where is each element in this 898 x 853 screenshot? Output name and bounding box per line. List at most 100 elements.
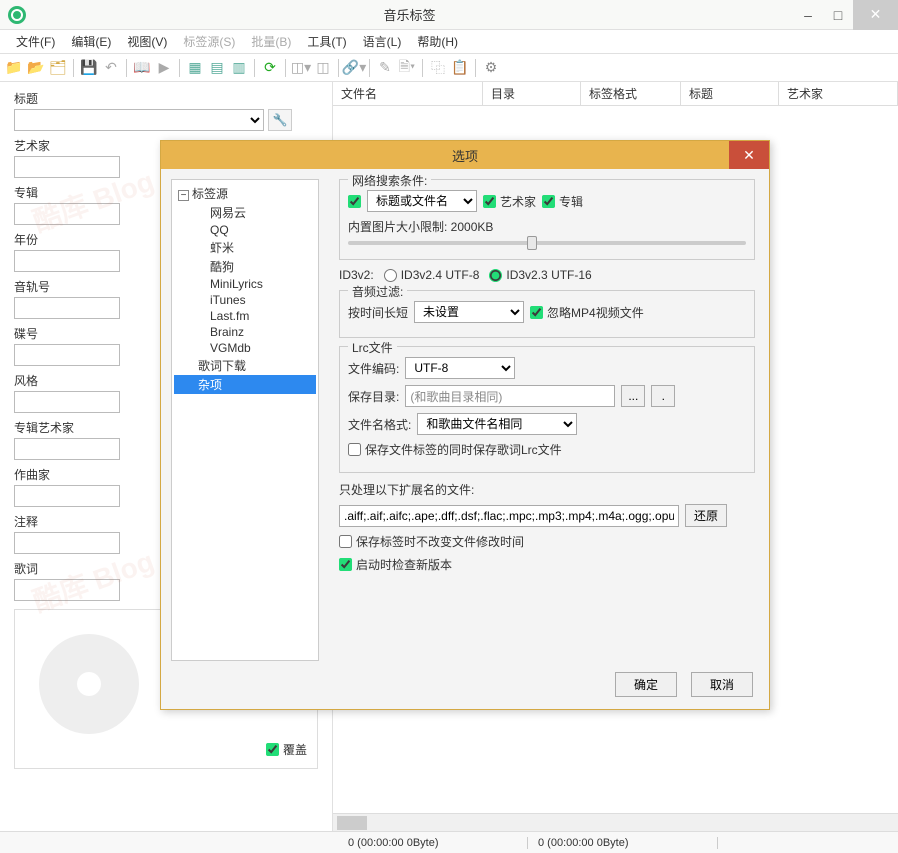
paste-icon[interactable]: 📋 — [450, 58, 470, 78]
input-lyrics[interactable] — [14, 579, 120, 601]
tree-source-7[interactable]: Brainz — [174, 324, 316, 340]
tree-root[interactable]: −标签源 — [174, 184, 316, 203]
menubar: 文件(F) 编辑(E) 视图(V) 标签源(S) 批量(B) 工具(T) 语言(… — [0, 30, 898, 54]
refresh-icon[interactable]: ⟳ — [260, 58, 280, 78]
tree-source-3[interactable]: 酷狗 — [174, 257, 316, 276]
menu-view[interactable]: 视图(V) — [119, 31, 175, 52]
tree-source-6[interactable]: Last.fm — [174, 308, 316, 324]
group-lrc: Lrc文件 文件编码: UTF-8 保存目录: ... . 文件名格式: 和歌曲… — [339, 346, 755, 473]
menu-file[interactable]: 文件(F) — [8, 31, 63, 52]
doc-icon[interactable]: 🗎▾ — [397, 58, 417, 78]
save-lrc-check[interactable]: 保存文件标签的同时保存歌词Lrc文件 — [348, 441, 562, 458]
audio-filter-title: 音频过滤: — [348, 283, 407, 300]
folder-multi-icon[interactable]: 🗂 — [48, 58, 68, 78]
net-title-select[interactable]: 标题或文件名 — [367, 190, 477, 212]
input-comment[interactable] — [14, 532, 120, 554]
browse-button[interactable]: ... — [621, 385, 645, 407]
table-header: 文件名 目录 标签格式 标题 艺术家 — [333, 82, 898, 106]
input-title[interactable] — [14, 109, 264, 131]
input-composer[interactable] — [14, 485, 120, 507]
menu-tools[interactable]: 工具(T) — [299, 31, 354, 52]
cancel-button[interactable]: 取消 — [691, 672, 753, 697]
minimize-button[interactable]: – — [793, 0, 823, 30]
panel-icon[interactable]: ◫▾ — [291, 58, 311, 78]
net-title-check[interactable] — [348, 195, 361, 208]
fnfmt-label: 文件名格式: — [348, 416, 411, 433]
input-disc[interactable] — [14, 344, 120, 366]
grid2-icon[interactable]: ▤ — [207, 58, 227, 78]
input-album[interactable] — [14, 203, 120, 225]
input-artist[interactable] — [14, 156, 120, 178]
th-artist[interactable]: 艺术家 — [779, 82, 898, 105]
wand-icon[interactable]: ✎ — [375, 58, 395, 78]
savedir-input[interactable] — [405, 385, 615, 407]
book-icon[interactable]: 📖 — [132, 58, 152, 78]
check-update-check[interactable]: 启动时检查新版本 — [339, 556, 452, 573]
encoding-select[interactable]: UTF-8 — [405, 357, 515, 379]
menu-language[interactable]: 语言(L) — [355, 31, 410, 52]
play-icon[interactable]: ▶ — [154, 58, 174, 78]
label-title: 标题 — [14, 90, 318, 107]
tree-source-1[interactable]: QQ — [174, 222, 316, 238]
keep-mtime-check[interactable]: 保存标签时不改变文件修改时间 — [339, 533, 524, 550]
menu-help[interactable]: 帮助(H) — [409, 31, 466, 52]
input-genre[interactable] — [14, 391, 120, 413]
tree-lyrics[interactable]: 歌词下载 — [174, 356, 316, 375]
close-button[interactable]: ✕ — [853, 0, 898, 30]
tree-source-0[interactable]: 网易云 — [174, 203, 316, 222]
save-icon[interactable]: 💾 — [79, 58, 99, 78]
options-content: 网络搜索条件: 标题或文件名 艺术家 专辑 内置图片大小限制: 2000KB I… — [325, 169, 769, 709]
ext-input[interactable] — [339, 505, 679, 527]
grid1-icon[interactable]: ▦ — [185, 58, 205, 78]
toolbar: 📁 📂 🗂 💾 ↶ 📖 ▶ ▦ ▤ ▥ ⟳ ◫▾ ◫ 🔗▾ ✎ 🗎▾ ⿻ 📋 ⚙ — [0, 54, 898, 82]
copy-icon[interactable]: ⿻ — [428, 58, 448, 78]
th-dir[interactable]: 目录 — [483, 82, 581, 105]
th-filename[interactable]: 文件名 — [333, 82, 483, 105]
id3-radio2[interactable]: ID3v2.3 UTF-16 — [489, 268, 591, 282]
pic-limit-label: 内置图片大小限制: 2000KB — [348, 218, 493, 235]
maximize-button[interactable]: □ — [823, 0, 853, 30]
tree-source-8[interactable]: VGMdb — [174, 340, 316, 356]
tree-source-5[interactable]: iTunes — [174, 292, 316, 308]
net-artist-check[interactable]: 艺术家 — [483, 193, 536, 210]
panel2-icon[interactable]: ◫ — [313, 58, 333, 78]
id3-radio1[interactable]: ID3v2.4 UTF-8 — [384, 268, 480, 282]
grid3-icon[interactable]: ▥ — [229, 58, 249, 78]
dialog-close-button[interactable]: ✕ — [729, 141, 769, 169]
app-title: 音乐标签 — [26, 5, 793, 24]
ok-button[interactable]: 确定 — [615, 672, 677, 697]
menu-edit[interactable]: 编辑(E) — [63, 31, 119, 52]
horizontal-scrollbar[interactable] — [333, 813, 898, 831]
th-tagfmt[interactable]: 标签格式 — [581, 82, 681, 105]
savedir-label: 保存目录: — [348, 388, 399, 405]
net-album-check[interactable]: 专辑 — [542, 193, 583, 210]
group-net-search: 网络搜索条件: 标题或文件名 艺术家 专辑 内置图片大小限制: 2000KB — [339, 179, 755, 260]
ignore-mp4-check[interactable]: 忽略MP4视频文件 — [530, 304, 644, 321]
folder-icon[interactable]: 📁 — [4, 58, 24, 78]
title-tool-button[interactable]: 🔧 — [268, 109, 292, 131]
tree-source-2[interactable]: 虾米 — [174, 238, 316, 257]
menu-tagsource[interactable]: 标签源(S) — [175, 31, 243, 52]
pic-size-slider[interactable] — [348, 241, 746, 245]
settings-icon[interactable]: ⚙ — [481, 58, 501, 78]
tree-misc[interactable]: 杂项 — [174, 375, 316, 394]
folder-add-icon[interactable]: 📂 — [26, 58, 46, 78]
input-year[interactable] — [14, 250, 120, 272]
status-mid2: 0 (00:00:00 0Byte) — [528, 837, 718, 849]
input-track[interactable] — [14, 297, 120, 319]
current-dir-button[interactable]: . — [651, 385, 675, 407]
restore-button[interactable]: 还原 — [685, 504, 727, 527]
tree-source-4[interactable]: MiniLyrics — [174, 276, 316, 292]
titlebar: 音乐标签 – □ ✕ — [0, 0, 898, 30]
duration-select[interactable]: 未设置 — [414, 301, 524, 323]
th-title[interactable]: 标题 — [681, 82, 779, 105]
ext-label: 只处理以下扩展名的文件: — [339, 481, 474, 498]
menu-batch[interactable]: 批量(B) — [243, 31, 299, 52]
dialog-title-text: 选项 — [452, 146, 478, 165]
cover-checkbox[interactable]: 覆盖 — [266, 741, 307, 758]
fnfmt-select[interactable]: 和歌曲文件名相同 — [417, 413, 577, 435]
group-audio-filter: 音频过滤: 按时间长短 未设置 忽略MP4视频文件 — [339, 290, 755, 338]
input-album-artist[interactable] — [14, 438, 120, 460]
link-icon[interactable]: 🔗▾ — [344, 58, 364, 78]
undo-icon[interactable]: ↶ — [101, 58, 121, 78]
